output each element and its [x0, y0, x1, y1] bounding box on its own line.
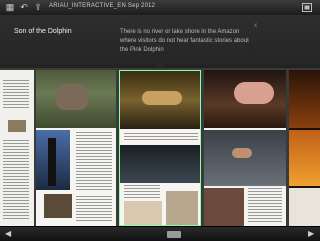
page-thumbnail[interactable]	[36, 70, 116, 226]
top-toolbar: ▦ ↶ ⇪ ARIAU_INTERACTIVE_EN Sep 2012	[0, 0, 320, 16]
grid-icon[interactable]: ▦	[4, 2, 16, 13]
back-arrow-icon[interactable]: ↶	[18, 2, 30, 13]
left-arrow-icon[interactable]: ◀	[5, 229, 11, 238]
page-thumbnail-strip[interactable]	[0, 68, 320, 226]
zoom-icon[interactable]	[302, 3, 312, 12]
bottom-toolbar: ◀ ▶	[0, 226, 320, 241]
story-description: There is no river or lake shore in the A…	[120, 29, 249, 53]
close-icon[interactable]: x	[254, 23, 257, 29]
page-thumbnail-selected[interactable]	[119, 70, 201, 226]
story-title: Son of the Dolphin	[14, 28, 72, 35]
page-thumbnail[interactable]	[0, 70, 34, 226]
story-info-panel: Son of the Dolphin There is no river or …	[0, 15, 320, 65]
page-scrubber-handle[interactable]	[167, 231, 181, 238]
page-thumbnail[interactable]	[204, 70, 286, 226]
right-arrow-icon[interactable]: ▶	[308, 229, 314, 238]
issue-title: ARIAU_INTERACTIVE_EN Sep 2012	[49, 3, 156, 9]
share-icon[interactable]: ⇪	[32, 2, 44, 13]
page-thumbnail[interactable]	[289, 70, 320, 226]
